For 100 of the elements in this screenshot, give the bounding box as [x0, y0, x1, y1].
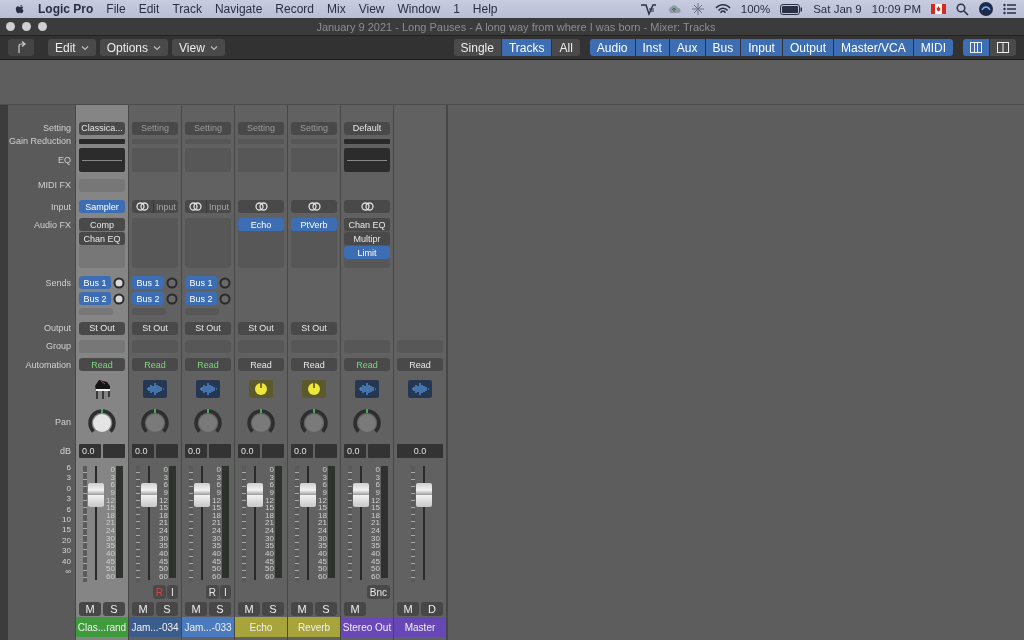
fader-thumb[interactable]	[88, 482, 104, 507]
cloud-upload-icon[interactable]	[666, 3, 681, 15]
output-selector[interactable]: St Out	[79, 321, 125, 335]
waveform-icon[interactable]	[143, 380, 167, 398]
app-menu[interactable]: Logic Pro	[38, 2, 94, 16]
fader-thumb[interactable]	[247, 482, 263, 507]
view-toggle-button[interactable]	[963, 39, 989, 56]
send-button[interactable]: Bus 1	[185, 276, 217, 289]
plugin-button[interactable]: Multipr	[344, 232, 390, 245]
automation-button[interactable]: Read	[344, 358, 390, 371]
waveform-icon[interactable]	[196, 380, 220, 398]
menu-button[interactable]: View	[172, 39, 225, 56]
menu-item[interactable]: Mix	[327, 2, 346, 16]
channel-button[interactable]: S	[156, 601, 178, 616]
track-name[interactable]: Master	[394, 617, 446, 637]
volume-fader[interactable]	[194, 466, 210, 580]
apple-icon[interactable]	[14, 3, 25, 15]
link-button[interactable]	[291, 200, 337, 213]
filter-button[interactable]: Audio	[589, 39, 635, 56]
filter-button[interactable]: Input	[741, 39, 782, 56]
menu-item[interactable]: View	[358, 2, 385, 16]
output-selector[interactable]: St Out	[132, 321, 178, 335]
channel-button[interactable]: S	[315, 601, 337, 616]
send-button[interactable]: Bus 2	[132, 292, 164, 305]
menu-item[interactable]: Edit	[138, 2, 160, 16]
filter-button[interactable]: Aux	[669, 39, 705, 56]
volume-fader[interactable]	[88, 466, 104, 580]
fader-thumb[interactable]	[415, 482, 432, 507]
volume-readout[interactable]: 0.0	[344, 444, 366, 458]
volume-readout[interactable]: 0.0	[79, 444, 101, 458]
channel-button[interactable]: M	[132, 601, 154, 616]
menu-item[interactable]: File	[106, 2, 126, 16]
fader-thumb[interactable]	[141, 482, 157, 507]
plugin-button[interactable]: Echo	[238, 218, 284, 231]
menu-item[interactable]: Track	[172, 2, 202, 16]
channel-button[interactable]: M	[79, 601, 101, 616]
assistant-icon[interactable]	[979, 2, 993, 16]
send-knob[interactable]	[113, 292, 125, 305]
output-selector[interactable]: St Out	[185, 321, 231, 335]
volume-fader[interactable]	[415, 466, 432, 580]
volume-readout[interactable]: 0.0	[397, 444, 443, 458]
fader-thumb[interactable]	[194, 482, 210, 507]
automation-button[interactable]: Read	[185, 358, 231, 371]
send-button[interactable]: Bus 2	[185, 292, 217, 305]
track-button[interactable]: I	[167, 585, 178, 599]
menu-item[interactable]: Navigate	[214, 2, 263, 16]
volume-fader[interactable]	[300, 466, 316, 580]
list-icon[interactable]	[1003, 3, 1016, 15]
wifi-icon[interactable]	[714, 3, 731, 15]
scope-tab[interactable]: Tracks	[501, 39, 552, 56]
menu-date[interactable]: Sat Jan 9	[813, 3, 862, 15]
setting-button[interactable]: Default	[344, 121, 390, 135]
link-button[interactable]	[344, 200, 390, 213]
setting-button[interactable]: Classica...	[79, 121, 125, 135]
menu-item[interactable]: 1	[453, 2, 460, 16]
channel-button[interactable]: S	[262, 601, 284, 616]
plugin-button[interactable]: Chan EQ	[79, 232, 125, 245]
back-button[interactable]	[8, 39, 34, 56]
channel-button[interactable]: S	[209, 601, 231, 616]
menu-item[interactable]: Window	[397, 2, 441, 16]
channel-button[interactable]: S	[103, 601, 125, 616]
eq-display[interactable]	[344, 148, 390, 172]
zoom-button[interactable]	[38, 22, 47, 31]
volume-readout[interactable]: 0.0	[132, 444, 154, 458]
filter-button[interactable]: MIDI	[913, 39, 953, 56]
automation-button[interactable]: Read	[397, 358, 443, 371]
dial-icon[interactable]	[302, 380, 326, 398]
automation-button[interactable]: Read	[132, 358, 178, 371]
fader-thumb[interactable]	[300, 482, 316, 507]
channel-button[interactable]: D	[421, 601, 443, 616]
plugin-button[interactable]: Limit	[344, 246, 390, 259]
search-icon[interactable]	[956, 2, 969, 16]
vector-icon[interactable]	[639, 2, 657, 16]
plugin-button[interactable]: Chan EQ	[344, 218, 390, 231]
filter-button[interactable]: Output	[782, 39, 833, 56]
channel-button[interactable]: M	[238, 601, 260, 616]
channel-button[interactable]: M	[185, 601, 207, 616]
channel-button[interactable]: M	[344, 601, 366, 616]
menu-button[interactable]: Edit	[48, 39, 96, 56]
menu-button[interactable]: Options	[99, 39, 169, 56]
track-button[interactable]: Bnc	[366, 585, 390, 599]
close-button[interactable]	[6, 22, 15, 31]
battery-icon[interactable]	[780, 3, 804, 15]
eq-display[interactable]	[79, 148, 125, 172]
volume-fader[interactable]	[141, 466, 157, 580]
channel-button[interactable]: M	[291, 601, 313, 616]
output-selector[interactable]: St Out	[291, 321, 337, 335]
automation-button[interactable]: Read	[79, 358, 125, 371]
menu-item[interactable]: Help	[472, 2, 498, 16]
send-button[interactable]: Bus 1	[132, 276, 164, 289]
flag-icon[interactable]	[931, 4, 946, 14]
output-selector[interactable]: St Out	[238, 321, 284, 335]
input-selector[interactable]: Input	[185, 200, 231, 213]
track-name[interactable]: Jam...-034	[129, 617, 181, 637]
send-knob[interactable]	[113, 276, 125, 289]
waveform-icon[interactable]	[355, 380, 379, 398]
send-button[interactable]: Bus 1	[79, 276, 111, 289]
minimize-button[interactable]	[22, 22, 31, 31]
volume-readout[interactable]: 0.0	[185, 444, 207, 458]
scope-tab[interactable]: Single	[453, 39, 501, 56]
